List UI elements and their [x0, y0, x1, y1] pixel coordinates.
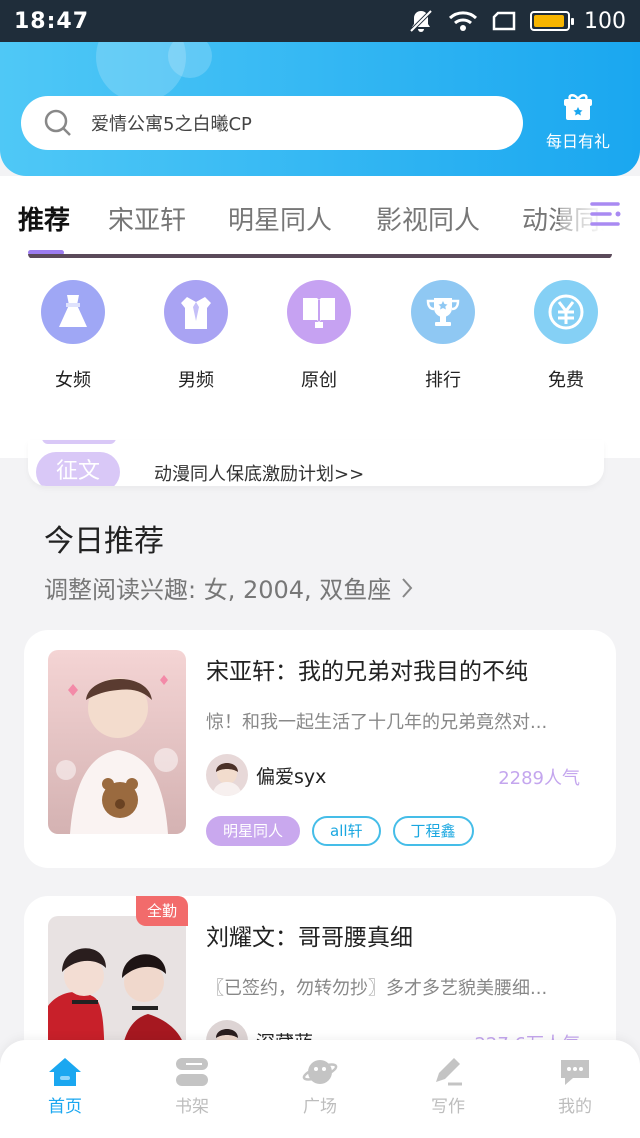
- nav-plaza[interactable]: 广场: [280, 1056, 360, 1117]
- nav-home[interactable]: 首页: [25, 1056, 105, 1117]
- book-title: 宋亚轩：我的兄弟对我目的不纯: [206, 659, 528, 685]
- category-tabs: 推荐 宋亚轩 明星同人 影视同人 动漫同人: [0, 176, 640, 258]
- category-free[interactable]: 免费: [521, 280, 611, 392]
- daily-gift-button[interactable]: 每日有礼: [536, 92, 620, 152]
- nav-label: 首页: [48, 1097, 82, 1117]
- battery-level: 100: [584, 8, 626, 34]
- book-icon: [287, 280, 351, 344]
- nav-bookshelf[interactable]: 书架: [152, 1056, 232, 1117]
- category-ranking[interactable]: 排行: [398, 280, 488, 392]
- nav-label: 书架: [175, 1097, 209, 1117]
- interest-adjust-link[interactable]: 调整阅读兴趣: 女, 2004, 双鱼座: [44, 570, 413, 605]
- notice-badge-shadow: [42, 440, 116, 444]
- category-grid: 女频 男频 原创 排行 免费: [0, 258, 640, 458]
- book-cover: [48, 650, 186, 834]
- popularity: 2289人气: [498, 768, 580, 789]
- status-right: 100: [408, 9, 626, 34]
- tab-menu-icon[interactable]: [588, 196, 624, 232]
- sim-icon: [492, 11, 516, 31]
- status-time: 18:47: [14, 8, 90, 34]
- shirt-icon: [164, 280, 228, 344]
- trophy-icon: [411, 280, 475, 344]
- nav-label: 广场: [303, 1097, 337, 1117]
- search-bar[interactable]: 爱情公寓5之白曦CP: [21, 96, 523, 150]
- header: 爱情公寓5之白曦CP 每日有礼: [0, 42, 640, 176]
- category-male[interactable]: 男频: [151, 280, 241, 392]
- category-original[interactable]: 原创: [274, 280, 364, 392]
- bottom-nav: 首页 书架 广场 写作 我的: [0, 1040, 640, 1138]
- nav-label: 我的: [558, 1097, 592, 1117]
- coin-icon: [534, 280, 598, 344]
- nav-label: 写作: [431, 1097, 465, 1117]
- interest-text: 调整阅读兴趣: 女, 2004, 双鱼座: [44, 576, 392, 604]
- tag[interactable]: 明星同人: [206, 816, 301, 846]
- nav-mine[interactable]: 我的: [535, 1056, 615, 1117]
- full-attendance-badge: 全勤: [136, 896, 188, 926]
- book-card[interactable]: 宋亚轩：我的兄弟对我目的不纯 惊！和我一起生活了十几年的兄弟竟然对... 偏爱s…: [24, 630, 616, 868]
- chevron-right-icon: [402, 577, 413, 598]
- tab-film-fanfic[interactable]: 影视同人: [376, 200, 480, 237]
- tag[interactable]: all轩: [312, 816, 381, 846]
- nav-write[interactable]: 写作: [408, 1056, 488, 1117]
- search-placeholder: 爱情公寓5之白曦CP: [91, 114, 252, 135]
- tag-list: 明星同人 all轩 丁程鑫: [206, 816, 474, 846]
- planet-icon: [302, 1060, 338, 1084]
- notice-text: 动漫同人保底激励计划>>: [154, 464, 365, 485]
- dress-icon: [41, 280, 105, 344]
- pen-icon: [436, 1058, 462, 1086]
- category-female[interactable]: 女频: [28, 280, 118, 392]
- tag[interactable]: 丁程鑫: [392, 816, 474, 846]
- mute-icon: [409, 9, 433, 33]
- category-label: 男频: [178, 370, 214, 391]
- book-description: 惊！和我一起生活了十几年的兄弟竟然对...: [206, 712, 548, 733]
- gift-label: 每日有礼: [545, 132, 610, 151]
- chat-icon: [561, 1060, 589, 1085]
- category-label: 女频: [55, 370, 91, 391]
- status-bar: 18:47 100: [0, 0, 640, 42]
- category-label: 免费: [548, 370, 584, 391]
- home-icon: [49, 1058, 81, 1086]
- tab-recommend[interactable]: 推荐: [18, 200, 70, 237]
- battery-icon: [530, 11, 574, 31]
- book-title: 刘耀文：哥哥腰真细: [206, 925, 413, 951]
- avatar: [206, 754, 248, 796]
- author-name: 偏爱syx: [256, 765, 327, 788]
- book-description: 〖已签约，勿转勿抄〗多才多艺貌美腰细...: [206, 978, 548, 999]
- tab-star-fanfic[interactable]: 明星同人: [228, 200, 332, 237]
- book-author[interactable]: 偏爱syx: [206, 754, 326, 796]
- gift-icon: [564, 94, 592, 120]
- tab-song-yaxuan[interactable]: 宋亚轩: [108, 200, 186, 237]
- category-label: 原创: [301, 370, 337, 391]
- section-title: 今日推荐: [44, 524, 164, 559]
- search-icon: [44, 109, 71, 136]
- bookshelf-icon: [176, 1058, 208, 1086]
- notice-badge: 征文: [36, 452, 120, 486]
- category-label: 排行: [425, 370, 461, 391]
- notice-bar[interactable]: 征文 动漫同人保底激励计划>>: [28, 440, 604, 486]
- wifi-icon: [448, 11, 478, 31]
